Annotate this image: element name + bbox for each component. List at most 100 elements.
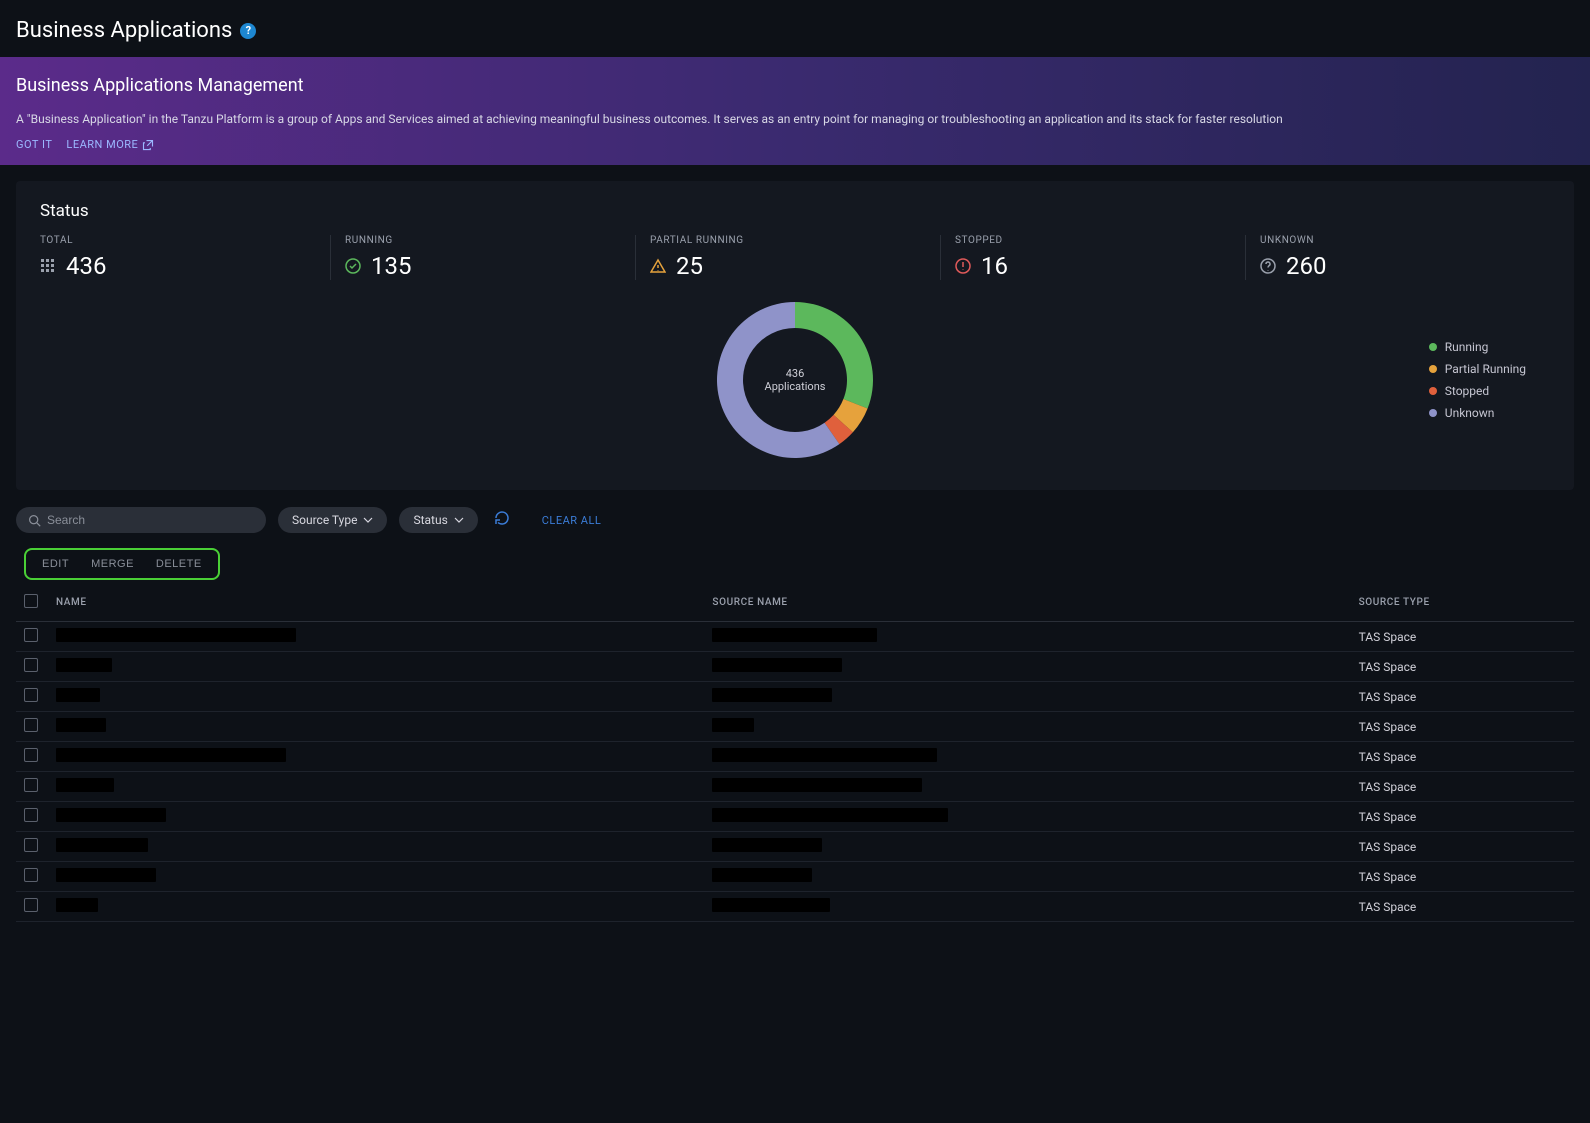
cell-source-type: TAS Space — [1351, 772, 1574, 802]
stat-value: 25 — [676, 252, 703, 280]
clear-all-button[interactable]: CLEAR ALL — [542, 514, 602, 527]
status-card: Status TOTAL436RUNNING135PARTIAL RUNNING… — [16, 181, 1574, 490]
grid-icon — [40, 258, 56, 274]
redacted-source-name — [712, 898, 830, 912]
row-checkbox[interactable] — [24, 718, 38, 732]
learn-more-link[interactable]: LEARN MORE — [66, 138, 154, 151]
table-row[interactable]: TAS Space — [16, 682, 1574, 712]
redacted-name — [56, 718, 106, 732]
legend-label: Partial Running — [1445, 362, 1526, 376]
legend-item-running[interactable]: Running — [1429, 340, 1526, 354]
table-row[interactable]: TAS Space — [16, 892, 1574, 922]
column-source-type[interactable]: SOURCE TYPE — [1351, 584, 1574, 622]
stat-value: 135 — [371, 252, 411, 280]
table-row[interactable]: TAS Space — [16, 742, 1574, 772]
table-row[interactable]: TAS Space — [16, 622, 1574, 652]
table-row[interactable]: TAS Space — [16, 772, 1574, 802]
legend-dot — [1429, 387, 1437, 395]
row-checkbox[interactable] — [24, 688, 38, 702]
banner-description: A "Business Application" in the Tanzu Pl… — [16, 112, 1574, 126]
redacted-source-name — [712, 778, 922, 792]
status-filter-label: Status — [413, 513, 447, 527]
status-item-total: TOTAL 436 — [40, 235, 330, 280]
row-checkbox[interactable] — [24, 838, 38, 852]
legend-item-partial-running[interactable]: Partial Running — [1429, 362, 1526, 376]
table-row[interactable]: TAS Space — [16, 832, 1574, 862]
table-row[interactable]: TAS Space — [16, 712, 1574, 742]
legend-item-stopped[interactable]: Stopped — [1429, 384, 1526, 398]
row-checkbox[interactable] — [24, 658, 38, 672]
stat-value: 16 — [981, 252, 1008, 280]
cell-source-type: TAS Space — [1351, 652, 1574, 682]
search-input[interactable] — [47, 513, 254, 527]
table-row[interactable]: TAS Space — [16, 652, 1574, 682]
redacted-name — [56, 838, 148, 852]
legend-label: Running — [1445, 340, 1489, 354]
table-row[interactable]: TAS Space — [16, 802, 1574, 832]
page-title: Business Applications — [16, 18, 232, 43]
status-item-partial-running: PARTIAL RUNNING 25 — [635, 235, 940, 280]
cell-source-type: TAS Space — [1351, 892, 1574, 922]
legend-dot — [1429, 409, 1437, 417]
source-type-filter-label: Source Type — [292, 513, 357, 527]
got-it-button[interactable]: GOT IT — [16, 138, 52, 151]
stat-label: STOPPED — [955, 235, 1231, 246]
cell-source-type: TAS Space — [1351, 622, 1574, 652]
info-banner: Business Applications Management A "Busi… — [0, 57, 1590, 165]
help-icon[interactable]: ? — [240, 23, 256, 39]
redacted-name — [56, 898, 98, 912]
learn-more-label: LEARN MORE — [66, 138, 138, 151]
redacted-source-name — [712, 688, 832, 702]
column-source-name[interactable]: SOURCE NAME — [704, 584, 1350, 622]
legend-dot — [1429, 365, 1437, 373]
cell-source-type: TAS Space — [1351, 832, 1574, 862]
row-checkbox[interactable] — [24, 778, 38, 792]
search-box[interactable] — [16, 507, 266, 533]
row-checkbox[interactable] — [24, 868, 38, 882]
redacted-source-name — [712, 838, 822, 852]
merge-button[interactable]: MERGE — [91, 558, 134, 570]
stat-label: RUNNING — [345, 235, 621, 246]
legend-item-unknown[interactable]: Unknown — [1429, 406, 1526, 420]
row-checkbox[interactable] — [24, 748, 38, 762]
redacted-source-name — [712, 658, 842, 672]
table-row[interactable]: TAS Space — [16, 862, 1574, 892]
refresh-icon — [494, 510, 510, 526]
bulk-actions: EDIT MERGE DELETE — [24, 548, 220, 580]
donut-center-label: 436 Applications — [755, 367, 835, 393]
status-item-unknown: UNKNOWN260 — [1245, 235, 1550, 280]
source-type-filter[interactable]: Source Type — [278, 507, 387, 533]
stat-label: UNKNOWN — [1260, 235, 1536, 246]
check-icon — [345, 258, 361, 274]
legend-label: Unknown — [1445, 406, 1495, 420]
stat-label: PARTIAL RUNNING — [650, 235, 926, 246]
stat-value: 436 — [66, 252, 106, 280]
cell-source-type: TAS Space — [1351, 862, 1574, 892]
redacted-source-name — [712, 748, 937, 762]
redacted-name — [56, 778, 114, 792]
search-icon — [28, 514, 41, 527]
redacted-name — [56, 748, 286, 762]
external-link-icon — [142, 139, 154, 151]
redacted-name — [56, 868, 156, 882]
status-filter[interactable]: Status — [399, 507, 477, 533]
stat-label: TOTAL — [40, 235, 316, 246]
redacted-name — [56, 688, 100, 702]
edit-button[interactable]: EDIT — [42, 558, 69, 570]
redacted-source-name — [712, 808, 948, 822]
redacted-source-name — [712, 718, 754, 732]
warn-icon — [650, 258, 666, 274]
status-donut-chart: 436 Applications — [715, 300, 875, 460]
row-checkbox[interactable] — [24, 898, 38, 912]
column-name[interactable]: NAME — [48, 584, 704, 622]
cell-source-type: TAS Space — [1351, 802, 1574, 832]
redacted-source-name — [712, 868, 812, 882]
delete-button[interactable]: DELETE — [156, 558, 202, 570]
legend-dot — [1429, 343, 1437, 351]
cell-source-type: TAS Space — [1351, 712, 1574, 742]
cell-source-type: TAS Space — [1351, 682, 1574, 712]
row-checkbox[interactable] — [24, 808, 38, 822]
refresh-button[interactable] — [490, 506, 514, 534]
select-all-checkbox[interactable] — [24, 594, 38, 608]
row-checkbox[interactable] — [24, 628, 38, 642]
